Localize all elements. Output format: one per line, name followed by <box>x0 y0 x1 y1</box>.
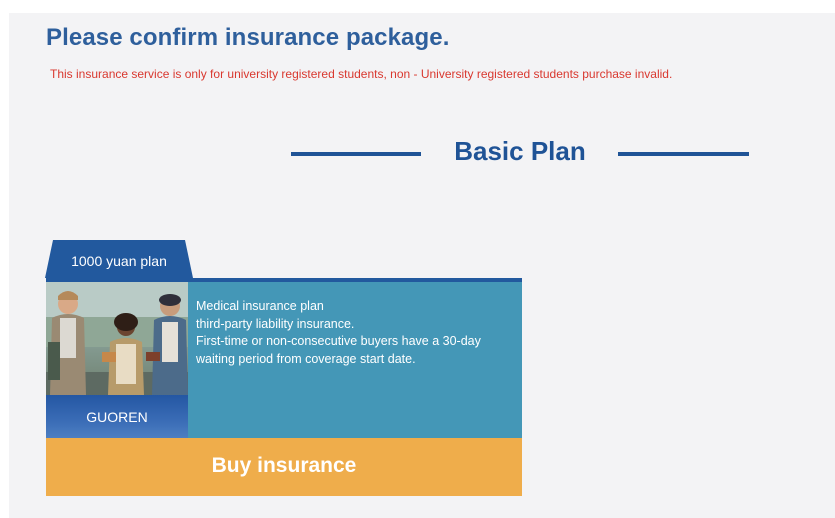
description-line: third-party liability insurance. <box>196 316 355 331</box>
students-photo-image <box>46 282 188 395</box>
description-line: waiting period from coverage start date. <box>196 351 416 366</box>
buy-insurance-label: Buy insurance <box>211 454 357 477</box>
heading-rule-left <box>291 152 421 156</box>
plan-tab[interactable]: 1000 yuan plan <box>45 240 193 278</box>
description-line: First-time or non-consecutive buyers hav… <box>196 334 481 348</box>
plan-tab-label: 1000 yuan plan <box>71 253 167 269</box>
students-photo <box>46 282 188 395</box>
brand-badge: GUOREN <box>46 395 188 438</box>
plan-section-heading: Basic Plan <box>454 136 586 166</box>
eligibility-notice: This insurance service is only for unive… <box>50 67 673 81</box>
plan-description: Medical insurance plan third-party liabi… <box>196 298 516 368</box>
heading-rule-right <box>618 152 749 156</box>
page-title: Please confirm insurance package. <box>46 24 450 51</box>
description-line: Medical insurance plan <box>196 299 324 313</box>
buy-insurance-button[interactable]: Buy insurance <box>46 438 522 496</box>
brand-label: GUOREN <box>86 409 148 425</box>
